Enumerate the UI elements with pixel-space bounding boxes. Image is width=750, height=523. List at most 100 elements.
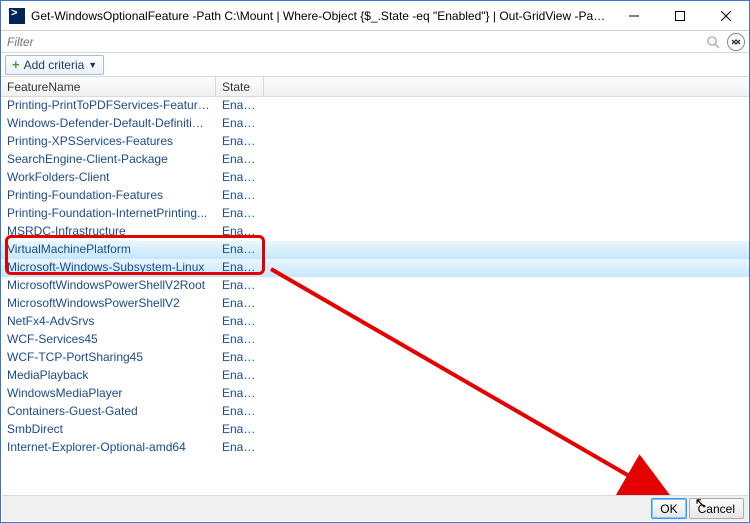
cell-featurename: Printing-XPSServices-Features	[1, 133, 216, 151]
plus-icon: +	[12, 58, 20, 71]
cell-state: Enabled	[216, 169, 264, 187]
cell-featurename: MicrosoftWindowsPowerShellV2	[1, 295, 216, 313]
grid-body: Printing-PrintToPDFServices-FeaturesEnab…	[1, 97, 749, 457]
cell-featurename: NetFx4-AdvSrvs	[1, 313, 216, 331]
add-criteria-label: Add criteria	[24, 58, 85, 72]
column-header-state[interactable]: State	[216, 77, 264, 96]
cell-state: Enabled	[216, 187, 264, 205]
cell-spacer	[264, 349, 749, 367]
chevron-down-icon: ▼	[88, 60, 97, 70]
cell-spacer	[264, 241, 749, 259]
powershell-icon	[9, 8, 25, 24]
close-icon	[721, 11, 731, 21]
cell-featurename: SmbDirect	[1, 421, 216, 439]
cell-spacer	[264, 331, 749, 349]
cell-spacer	[264, 421, 749, 439]
cell-featurename: Microsoft-Windows-Subsystem-Linux	[1, 259, 216, 277]
table-row[interactable]: WindowsMediaPlayerEnabled	[1, 385, 749, 403]
cell-state: Enabled	[216, 349, 264, 367]
cell-spacer	[264, 187, 749, 205]
cell-featurename: Printing-PrintToPDFServices-Features	[1, 97, 216, 115]
cell-spacer	[264, 133, 749, 151]
cell-state: Enabled	[216, 223, 264, 241]
cell-featurename: Internet-Explorer-Optional-amd64	[1, 439, 216, 457]
table-row[interactable]: WorkFolders-ClientEnabled	[1, 169, 749, 187]
cell-spacer	[264, 403, 749, 421]
table-row[interactable]: MicrosoftWindowsPowerShellV2Enabled	[1, 295, 749, 313]
cell-spacer	[264, 97, 749, 115]
cell-spacer	[264, 169, 749, 187]
window-title: Get-WindowsOptionalFeature -Path C:\Moun…	[31, 9, 611, 23]
cell-featurename: WindowsMediaPlayer	[1, 385, 216, 403]
table-row[interactable]: MSRDC-InfrastructureEnabled	[1, 223, 749, 241]
cell-state: Enabled	[216, 241, 264, 259]
cell-spacer	[264, 439, 749, 457]
cell-state: Enabled	[216, 259, 264, 277]
table-row[interactable]: Printing-Foundation-FeaturesEnabled	[1, 187, 749, 205]
cell-state: Enabled	[216, 133, 264, 151]
cell-spacer	[264, 205, 749, 223]
cell-featurename: SearchEngine-Client-Package	[1, 151, 216, 169]
table-row[interactable]: SearchEngine-Client-PackageEnabled	[1, 151, 749, 169]
title-bar: Get-WindowsOptionalFeature -Path C:\Moun…	[1, 1, 749, 31]
criteria-bar: + Add criteria ▼	[1, 53, 749, 77]
cell-featurename: WCF-TCP-PortSharing45	[1, 349, 216, 367]
cell-state: Enabled	[216, 403, 264, 421]
column-header-spacer	[264, 77, 749, 96]
maximize-button[interactable]	[657, 1, 703, 30]
cell-state: Enabled	[216, 421, 264, 439]
grid-header: FeatureName State	[1, 77, 749, 97]
cell-spacer	[264, 313, 749, 331]
cell-spacer	[264, 277, 749, 295]
table-row[interactable]: Printing-Foundation-InternetPrinting...E…	[1, 205, 749, 223]
cell-featurename: Printing-Foundation-InternetPrinting...	[1, 205, 216, 223]
cell-featurename: WCF-Services45	[1, 331, 216, 349]
cell-state: Enabled	[216, 385, 264, 403]
table-row[interactable]: SmbDirectEnabled	[1, 421, 749, 439]
filter-bar	[1, 31, 749, 53]
close-button[interactable]	[703, 1, 749, 30]
table-row[interactable]: Microsoft-Windows-Subsystem-LinuxEnabled	[1, 259, 749, 277]
grid: FeatureName State Printing-PrintToPDFSer…	[1, 77, 749, 457]
cell-spacer	[264, 385, 749, 403]
cell-featurename: MSRDC-Infrastructure	[1, 223, 216, 241]
cell-spacer	[264, 151, 749, 169]
cell-spacer	[264, 259, 749, 277]
table-row[interactable]: Internet-Explorer-Optional-amd64Enabled	[1, 439, 749, 457]
search-icon[interactable]	[705, 34, 721, 50]
table-row[interactable]: NetFx4-AdvSrvsEnabled	[1, 313, 749, 331]
cell-spacer	[264, 295, 749, 313]
table-row[interactable]: MediaPlaybackEnabled	[1, 367, 749, 385]
cell-featurename: WorkFolders-Client	[1, 169, 216, 187]
cell-state: Enabled	[216, 97, 264, 115]
cancel-button[interactable]: Cancel	[689, 498, 744, 519]
ok-button[interactable]: OK	[651, 498, 686, 519]
cell-featurename: VirtualMachinePlatform	[1, 241, 216, 259]
cell-spacer	[264, 223, 749, 241]
dialog-footer: OK Cancel	[2, 495, 748, 521]
table-row[interactable]: VirtualMachinePlatformEnabled	[1, 241, 749, 259]
cell-state: Enabled	[216, 151, 264, 169]
cell-state: Enabled	[216, 295, 264, 313]
table-row[interactable]: Printing-PrintToPDFServices-FeaturesEnab…	[1, 97, 749, 115]
cell-state: Enabled	[216, 205, 264, 223]
table-row[interactable]: WCF-TCP-PortSharing45Enabled	[1, 349, 749, 367]
table-row[interactable]: WCF-Services45Enabled	[1, 331, 749, 349]
cell-state: Enabled	[216, 115, 264, 133]
filter-input[interactable]	[5, 33, 701, 51]
cell-spacer	[264, 367, 749, 385]
table-row[interactable]: MicrosoftWindowsPowerShellV2RootEnabled	[1, 277, 749, 295]
window-controls	[611, 1, 749, 30]
minimize-icon	[629, 11, 639, 21]
column-header-featurename[interactable]: FeatureName	[1, 77, 216, 96]
table-row[interactable]: Windows-Defender-Default-DefinitionsEnab…	[1, 115, 749, 133]
table-row[interactable]: Printing-XPSServices-FeaturesEnabled	[1, 133, 749, 151]
cell-state: Enabled	[216, 439, 264, 457]
table-row[interactable]: Containers-Guest-GatedEnabled	[1, 403, 749, 421]
cell-featurename: MicrosoftWindowsPowerShellV2Root	[1, 277, 216, 295]
expand-toggle-icon[interactable]	[727, 33, 745, 51]
cell-featurename: Printing-Foundation-Features	[1, 187, 216, 205]
cell-featurename: Windows-Defender-Default-Definitions	[1, 115, 216, 133]
add-criteria-button[interactable]: + Add criteria ▼	[5, 55, 104, 75]
minimize-button[interactable]	[611, 1, 657, 30]
